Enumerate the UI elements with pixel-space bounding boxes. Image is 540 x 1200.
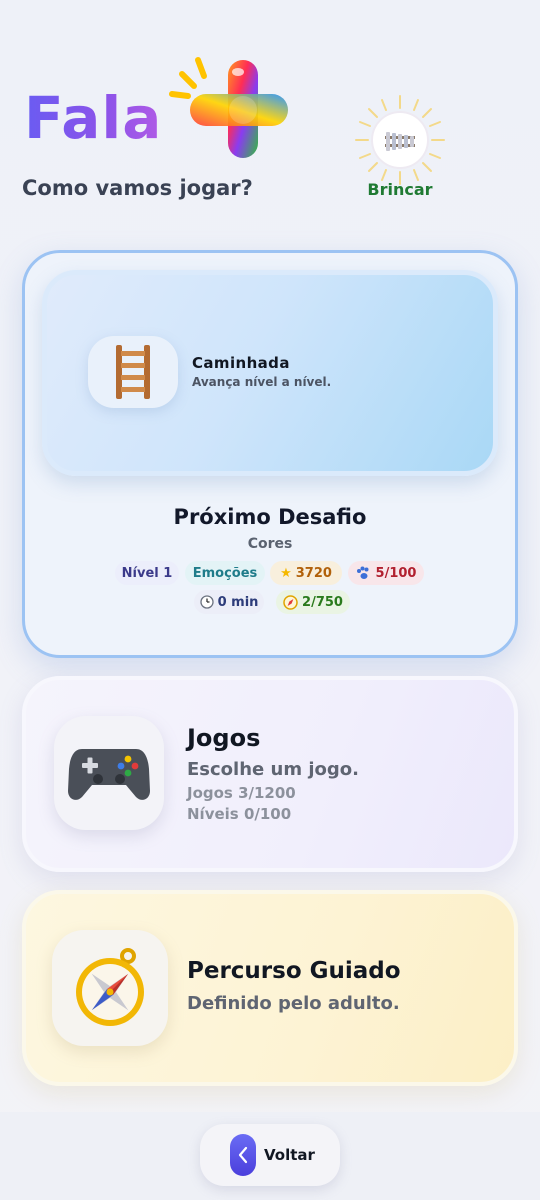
stars-value: 3720: [295, 565, 332, 581]
back-button-label: Voltar: [264, 1146, 315, 1164]
ladder-icon: [116, 345, 150, 399]
compass-icon-box: [52, 930, 168, 1046]
level-chip: Nível 1: [115, 561, 179, 585]
back-circle: [230, 1134, 256, 1176]
logo-plus-icon: [169, 57, 288, 158]
chevron-left-icon: [238, 1146, 248, 1164]
time-chip: 0 min: [194, 590, 264, 614]
ladder-icon-box: [88, 336, 178, 408]
levels-count: Níveis 0/100: [187, 805, 292, 823]
app-logo-text: Fala: [24, 84, 163, 152]
games-count: Jogos 3/1200: [187, 784, 296, 802]
compass-value: 2/750: [302, 594, 343, 610]
star-icon: ★: [280, 565, 292, 581]
category-chip: Emoções: [185, 561, 265, 585]
guided-title: Percurso Guiado: [187, 958, 401, 984]
paws-chip: 5/100: [348, 561, 424, 585]
paw-icon: [356, 566, 369, 579]
guided-subtitle: Definido pelo adulto.: [187, 993, 400, 1014]
xylophone-badge-icon: [355, 95, 445, 185]
level-chip-label: Nível 1: [121, 565, 173, 581]
clock-icon: [199, 595, 214, 609]
mode-title: Caminhada: [192, 354, 290, 372]
stars-chip: ★ 3720: [270, 561, 342, 585]
compass-chip: 2/750: [276, 590, 350, 614]
compass-icon: [76, 948, 144, 1026]
paws-value: 5/100: [375, 565, 417, 581]
mode-subtitle: Avança nível a nível.: [192, 375, 332, 389]
time-value: 0 min: [217, 594, 259, 610]
back-button[interactable]: Voltar: [200, 1124, 340, 1186]
small-compass-icon: [283, 594, 298, 610]
page-subtitle: Como vamos jogar?: [22, 176, 253, 200]
play-button[interactable]: Brincar: [350, 92, 450, 202]
gamepad-icon: [68, 749, 150, 800]
games-title: Jogos: [187, 724, 261, 752]
games-subtitle: Escolhe um jogo.: [187, 759, 359, 780]
next-challenge-title: Próximo Desafio: [173, 505, 367, 529]
next-challenge-subtitle: Cores: [247, 536, 293, 552]
category-chip-label: Emoções: [192, 565, 258, 581]
gamepad-icon-box: [54, 716, 164, 830]
